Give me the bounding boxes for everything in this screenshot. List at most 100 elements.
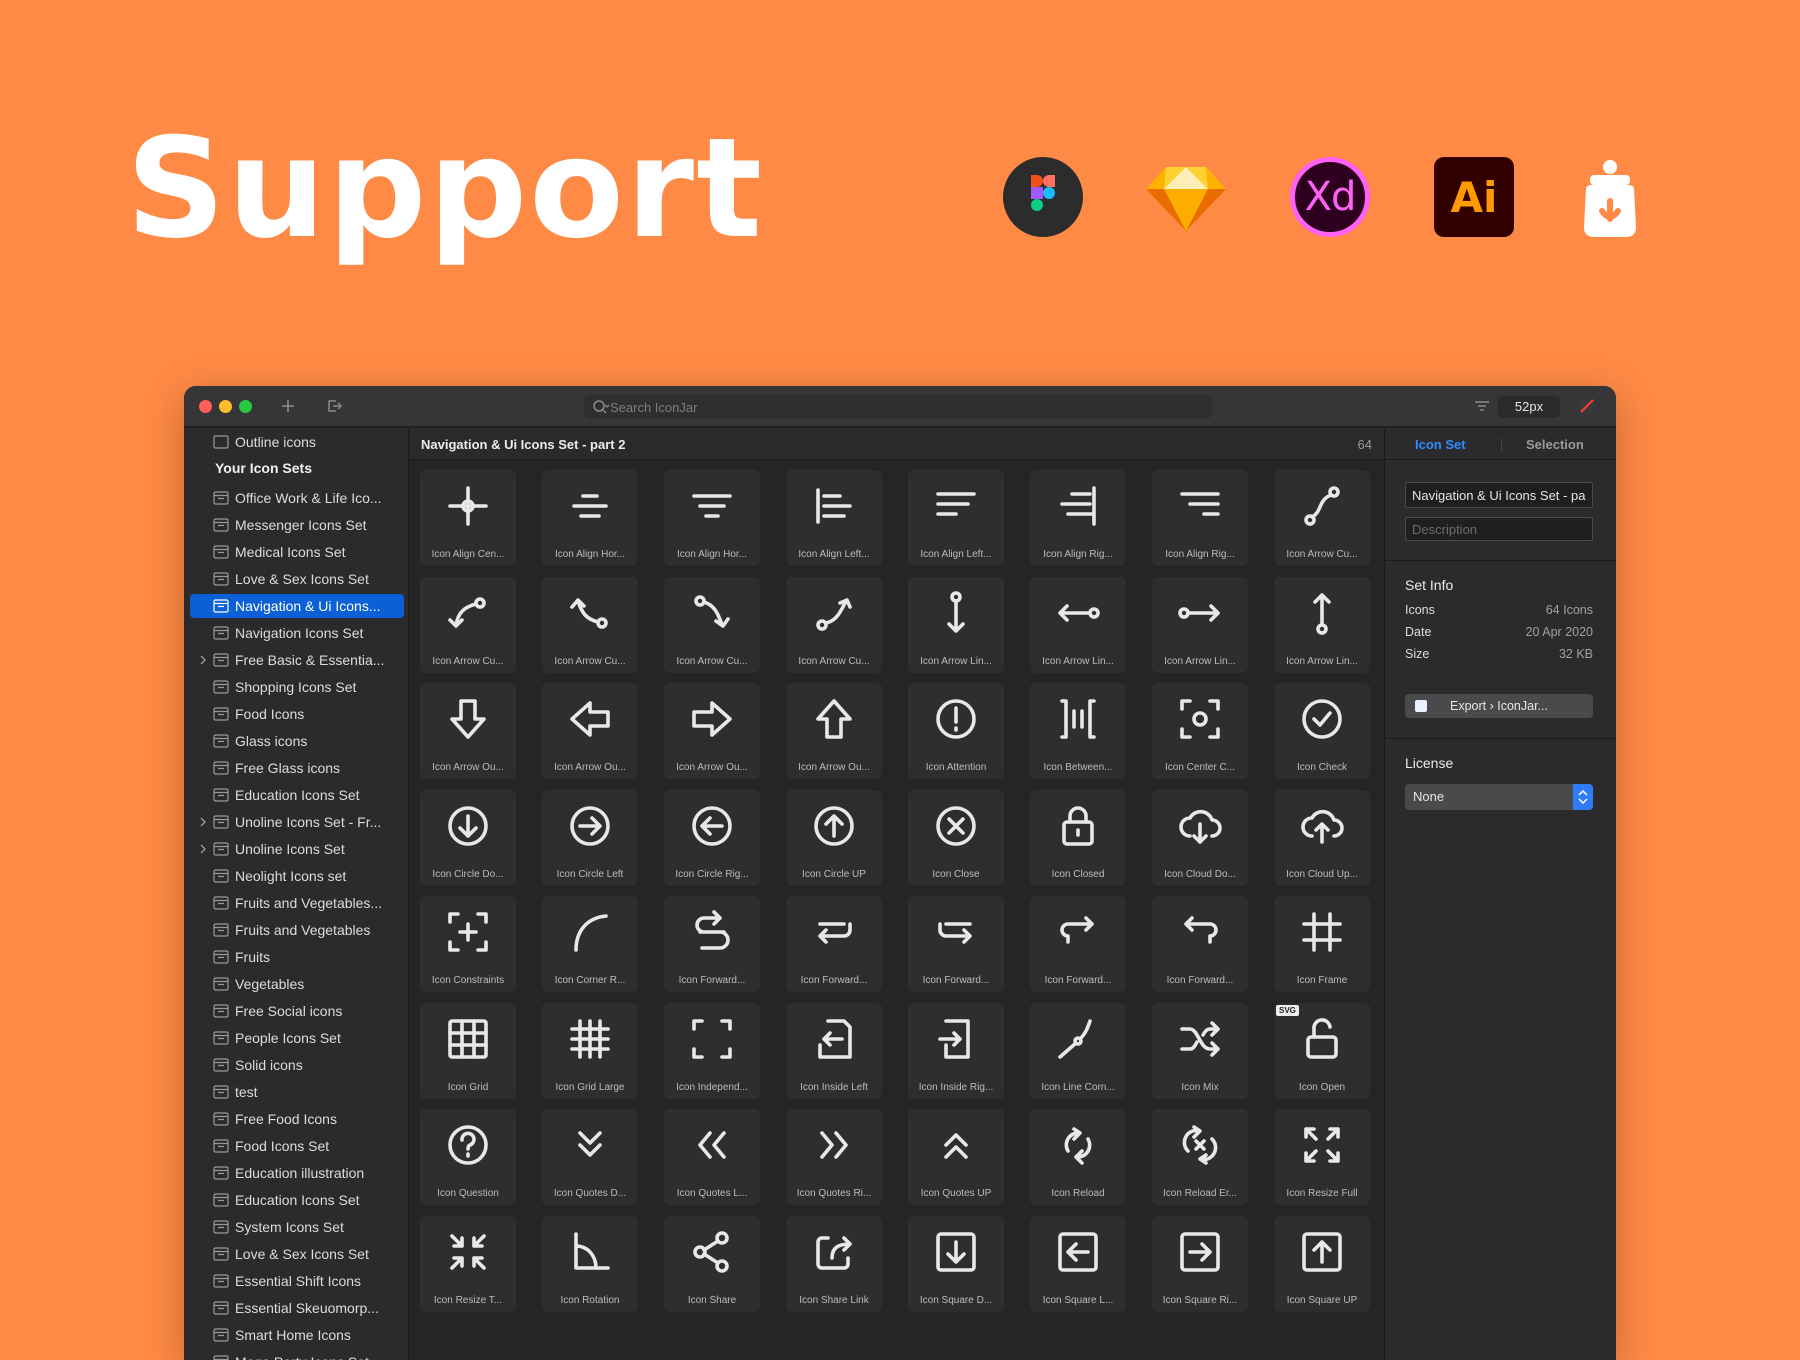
add-icon[interactable] bbox=[278, 396, 298, 416]
icon-tile[interactable]: Icon Constraints bbox=[420, 896, 516, 992]
icon-tile[interactable]: Icon Reload Er... bbox=[1152, 1109, 1248, 1205]
icon-tile[interactable]: Icon Arrow Lin... bbox=[1274, 576, 1370, 673]
export-icon[interactable] bbox=[324, 396, 344, 416]
icon-tile[interactable]: Icon Align Hor... bbox=[542, 470, 638, 566]
icon-tile[interactable]: Icon Arrow Cu... bbox=[664, 576, 760, 673]
icon-tile[interactable]: Icon Cloud Do... bbox=[1152, 789, 1248, 886]
sidebar-item[interactable]: Free Basic & Essentia... bbox=[190, 648, 404, 672]
chevron-right-icon[interactable] bbox=[199, 816, 207, 828]
sidebar-item[interactable]: Love & Sex Icons Set bbox=[190, 567, 404, 591]
icon-tile[interactable]: Icon Arrow Cu... bbox=[786, 576, 882, 673]
set-name-field[interactable] bbox=[1405, 482, 1593, 508]
icon-tile[interactable]: Icon Forward... bbox=[664, 896, 760, 992]
chevron-right-icon[interactable] bbox=[199, 654, 207, 666]
icon-tile[interactable]: Icon Arrow Ou... bbox=[420, 683, 516, 779]
icon-tile[interactable]: Icon Inside Rig... bbox=[908, 1002, 1004, 1099]
sidebar-item[interactable]: Messenger Icons Set bbox=[190, 513, 404, 537]
icon-tile[interactable]: Icon Grid Large bbox=[542, 1002, 638, 1099]
license-select[interactable]: None bbox=[1405, 784, 1593, 810]
icon-tile[interactable]: Icon Arrow Lin... bbox=[1030, 576, 1126, 673]
icon-tile[interactable]: Icon Align Left... bbox=[908, 470, 1004, 566]
icon-tile[interactable]: Icon Question bbox=[420, 1109, 516, 1205]
icon-tile[interactable]: SVG Icon Open bbox=[1274, 1002, 1370, 1099]
icon-tile[interactable]: Icon Share bbox=[664, 1215, 760, 1312]
sidebar-item-outline-icons[interactable]: Outline icons bbox=[190, 430, 404, 454]
icon-tile[interactable]: Icon Arrow Lin... bbox=[908, 576, 1004, 673]
sidebar-item[interactable]: Smart Home Icons bbox=[190, 1323, 404, 1347]
icon-tile[interactable]: Icon Quotes UP bbox=[908, 1109, 1004, 1205]
description-field[interactable] bbox=[1405, 517, 1593, 541]
icon-tile[interactable]: Icon Arrow Cu... bbox=[420, 576, 516, 673]
minimize-window-button[interactable] bbox=[219, 400, 232, 413]
icon-tile[interactable]: Icon Inside Left bbox=[786, 1002, 882, 1099]
icon-tile[interactable]: Icon Arrow Ou... bbox=[664, 683, 760, 779]
icon-tile[interactable]: Icon Circle Left bbox=[542, 789, 638, 886]
icon-tile[interactable]: Icon Rotation bbox=[542, 1215, 638, 1312]
icon-tile[interactable]: Icon Arrow Lin... bbox=[1152, 576, 1248, 673]
color-picker-icon[interactable] bbox=[1577, 396, 1597, 416]
icon-tile[interactable]: Icon Closed bbox=[1030, 789, 1126, 886]
icon-tile[interactable]: Icon Forward... bbox=[1152, 896, 1248, 992]
icon-tile[interactable]: Icon Arrow Cu... bbox=[1274, 470, 1370, 566]
icon-tile[interactable]: Icon Align Rig... bbox=[1152, 470, 1248, 566]
icon-tile[interactable]: Icon Resize Full bbox=[1274, 1109, 1370, 1205]
icon-tile[interactable]: Icon Cloud Up... bbox=[1274, 789, 1370, 886]
sidebar-item[interactable]: Education Icons Set bbox=[190, 1188, 404, 1212]
icon-tile[interactable]: Icon Align Left... bbox=[786, 470, 882, 566]
sidebar-item[interactable]: Fruits bbox=[190, 945, 404, 969]
icon-tile[interactable]: Icon Quotes L... bbox=[664, 1109, 760, 1205]
icon-tile[interactable]: Icon Forward... bbox=[908, 896, 1004, 992]
icon-tile[interactable]: Icon Align Hor... bbox=[664, 470, 760, 566]
sidebar-item[interactable]: System Icons Set bbox=[190, 1215, 404, 1239]
sidebar-item[interactable]: Education illustration bbox=[190, 1161, 404, 1185]
icon-tile[interactable]: Icon Square Ri... bbox=[1152, 1215, 1248, 1312]
icon-tile[interactable]: Icon Arrow Ou... bbox=[542, 683, 638, 779]
icon-tile[interactable]: Icon Line Corn... bbox=[1030, 1002, 1126, 1099]
close-window-button[interactable] bbox=[199, 400, 212, 413]
sidebar-item[interactable]: test bbox=[190, 1080, 404, 1104]
sidebar-item[interactable]: Free Food Icons bbox=[190, 1107, 404, 1131]
icon-tile[interactable]: Icon Quotes D... bbox=[542, 1109, 638, 1205]
icon-tile[interactable]: Icon Frame bbox=[1274, 896, 1370, 992]
icon-size-selector[interactable]: 52px bbox=[1498, 396, 1560, 418]
icon-tile[interactable]: Icon Check bbox=[1274, 683, 1370, 779]
icon-tile[interactable]: Icon Corner R... bbox=[542, 896, 638, 992]
icon-tile[interactable]: Icon Mix bbox=[1152, 1002, 1248, 1099]
filter-icon[interactable] bbox=[1472, 396, 1492, 416]
icon-tile[interactable]: Icon Grid bbox=[420, 1002, 516, 1099]
sidebar-item[interactable]: Unoline Icons Set bbox=[190, 837, 404, 861]
icon-tile[interactable]: Icon Forward... bbox=[786, 896, 882, 992]
icon-tile[interactable]: Icon Attention bbox=[908, 683, 1004, 779]
sidebar-item[interactable]: Medical Icons Set bbox=[190, 540, 404, 564]
icon-tile[interactable]: Icon Resize T... bbox=[420, 1215, 516, 1312]
sidebar-item[interactable]: Love & Sex Icons Set bbox=[190, 1242, 404, 1266]
icon-tile[interactable]: Icon Align Rig... bbox=[1030, 470, 1126, 566]
icon-tile[interactable]: Icon Reload bbox=[1030, 1109, 1126, 1205]
icon-tile[interactable]: Icon Arrow Cu... bbox=[542, 576, 638, 673]
tab-icon-set[interactable]: Icon Set bbox=[1415, 437, 1466, 452]
icon-tile[interactable]: Icon Share Link bbox=[786, 1215, 882, 1312]
sidebar-item[interactable]: Solid icons bbox=[190, 1053, 404, 1077]
icon-tile[interactable]: Icon Square UP bbox=[1274, 1215, 1370, 1312]
icon-tile[interactable]: Icon Square L... bbox=[1030, 1215, 1126, 1312]
search-input[interactable] bbox=[610, 397, 1200, 417]
icon-tile[interactable]: Icon Square D... bbox=[908, 1215, 1004, 1312]
chevron-right-icon[interactable] bbox=[199, 843, 207, 855]
icon-tile[interactable]: Icon Close bbox=[908, 789, 1004, 886]
sidebar-item[interactable]: Neolight Icons set bbox=[190, 864, 404, 888]
icon-tile[interactable]: Icon Quotes Ri... bbox=[786, 1109, 882, 1205]
sidebar-item[interactable]: Unoline Icons Set - Fr... bbox=[190, 810, 404, 834]
sidebar-item[interactable]: Glass icons bbox=[190, 729, 404, 753]
sidebar-item[interactable]: Essential Shift Icons bbox=[190, 1269, 404, 1293]
icon-tile[interactable]: Icon Circle UP bbox=[786, 789, 882, 886]
sidebar-item[interactable]: Education Icons Set bbox=[190, 783, 404, 807]
sidebar-item[interactable]: Free Social icons bbox=[190, 999, 404, 1023]
search-bar[interactable] bbox=[584, 395, 1212, 419]
sidebar-item[interactable]: Vegetables bbox=[190, 972, 404, 996]
sidebar-item[interactable]: People Icons Set bbox=[190, 1026, 404, 1050]
icon-tile[interactable]: Icon Independ... bbox=[664, 1002, 760, 1099]
maximize-window-button[interactable] bbox=[239, 400, 252, 413]
icon-tile[interactable]: Icon Center C... bbox=[1152, 683, 1248, 779]
sidebar-item[interactable]: Free Glass icons bbox=[190, 756, 404, 780]
sidebar-item[interactable]: Mega Party Icons Set bbox=[190, 1350, 404, 1360]
